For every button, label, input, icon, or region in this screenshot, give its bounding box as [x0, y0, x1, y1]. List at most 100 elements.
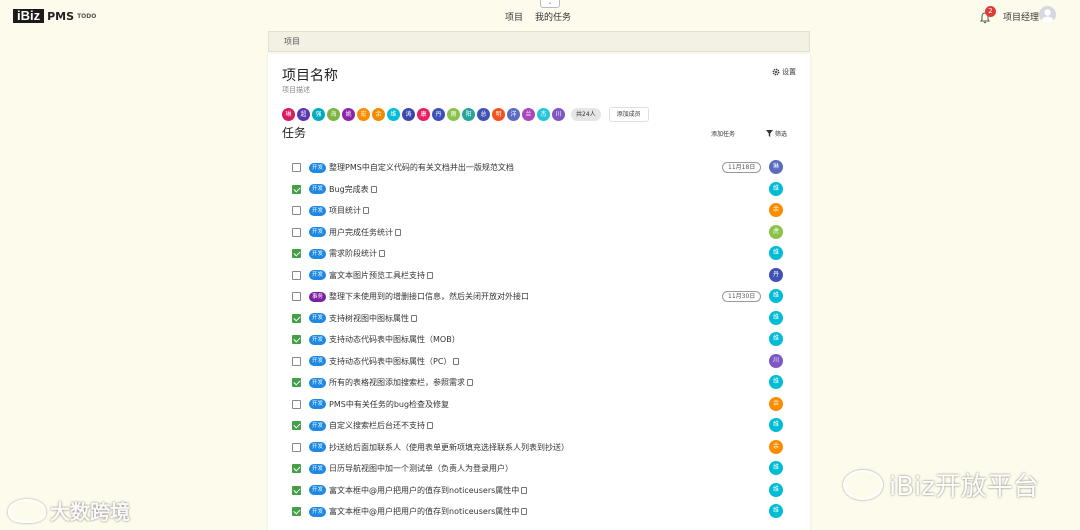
- task-checkbox[interactable]: [292, 507, 301, 517]
- assignee-avatar[interactable]: 虎: [769, 224, 783, 239]
- task-checkbox[interactable]: [292, 399, 301, 409]
- member-avatar[interactable]: 涛: [402, 108, 415, 121]
- task-name[interactable]: 富文本框中@用户把用户的值存到noticeusers属性中: [329, 506, 519, 517]
- nav-item-my-tasks[interactable]: 我的任务: [535, 10, 571, 23]
- task-row[interactable]: 开发 用户完成任务统计 虎: [292, 222, 792, 244]
- assignee-avatar[interactable]: 琳: [769, 160, 783, 174]
- assignee-avatar[interactable]: 维: [769, 181, 783, 196]
- task-row[interactable]: 开发 支持动态代码表中图标属性（MOB） 维: [292, 329, 792, 351]
- task-name[interactable]: PMS中有关任务的bug检查及修复: [329, 399, 449, 410]
- app-logo[interactable]: iBiz PMS TODO: [13, 9, 96, 23]
- assignee-avatar[interactable]: 维: [769, 289, 783, 303]
- task-checkbox[interactable]: [292, 421, 301, 431]
- task-row[interactable]: 开发 需求阶段统计 维: [292, 243, 792, 265]
- task-checkbox[interactable]: [292, 442, 301, 452]
- task-row[interactable]: 开发 所有的表格视图添加搜索栏，参照需求 维: [292, 372, 792, 394]
- user-name[interactable]: 项目经理: [1003, 10, 1039, 23]
- task-name[interactable]: 支持动态代码表中图标属性（MOB）: [329, 334, 460, 345]
- member-avatar[interactable]: 姚: [342, 108, 355, 121]
- member-count-badge[interactable]: 共24人: [571, 108, 601, 121]
- task-checkbox[interactable]: [292, 378, 301, 388]
- task-checkbox[interactable]: [292, 163, 301, 173]
- member-avatar[interactable]: 海: [327, 108, 340, 121]
- member-avatar[interactable]: 雨: [447, 108, 460, 121]
- assignee-avatar[interactable]: 维: [769, 246, 783, 260]
- assignee-avatar[interactable]: 维: [769, 418, 783, 432]
- task-checkbox[interactable]: [292, 335, 301, 345]
- task-row[interactable]: 开发 项目统计 余: [292, 200, 792, 222]
- task-checkbox[interactable]: [292, 249, 301, 259]
- task-row[interactable]: 开发 富文本框中@用户把用户的值存到noticeusers属性中 维: [292, 501, 792, 523]
- task-row[interactable]: 开发 Bug完成表 维: [292, 179, 792, 201]
- task-checkbox[interactable]: [292, 270, 301, 280]
- member-avatar[interactable]: 川: [552, 108, 565, 121]
- task-name[interactable]: Bug完成表: [329, 184, 369, 195]
- task-checkbox[interactable]: [292, 184, 301, 194]
- assignee-avatar[interactable]: 维: [769, 461, 783, 475]
- task-row[interactable]: 开发 支持树视图中图标属性 维: [292, 308, 792, 330]
- member-avatar[interactable]: 维: [387, 108, 400, 121]
- user-avatar[interactable]: [1039, 6, 1056, 23]
- task-name[interactable]: 富文本框中@用户把用户的值存到noticeusers属性中: [329, 485, 519, 496]
- task-row[interactable]: 开发 整理PMS中自定义代码的有关文档并出一版规范文档 11月18日琳: [292, 157, 792, 179]
- nav-item-projects[interactable]: 项目: [505, 10, 523, 23]
- task-name[interactable]: 富文本图片预览工具栏支持: [329, 270, 425, 281]
- settings-button[interactable]: 设置: [772, 67, 796, 77]
- task-row[interactable]: 开发 富文本图片预览工具栏支持 丹: [292, 265, 792, 287]
- assignee-avatar[interactable]: 维: [769, 310, 783, 325]
- member-avatar[interactable]: 杰: [537, 108, 550, 121]
- member-avatar[interactable]: 丹: [432, 108, 445, 121]
- task-checkbox[interactable]: [292, 227, 301, 237]
- assignee-avatar[interactable]: 余: [769, 203, 783, 217]
- task-name[interactable]: 支持树视图中图标属性: [329, 313, 409, 324]
- member-avatar[interactable]: 兰: [522, 108, 535, 121]
- member-avatar[interactable]: 阳: [462, 108, 475, 121]
- task-row[interactable]: 开发 富文本框中@用户把用户的值存到noticeusers属性中 维: [292, 480, 792, 502]
- task-name[interactable]: 日历导航视图中加一个测试单（负责人为登录用户）: [329, 463, 513, 474]
- assignee-avatar[interactable]: 余: [769, 439, 783, 454]
- task-checkbox[interactable]: [292, 206, 301, 216]
- member-avatar[interactable]: 明: [492, 108, 505, 121]
- task-name[interactable]: 需求阶段统计: [329, 248, 377, 259]
- task-row[interactable]: 开发 PMS中有关任务的bug检查及修复 余: [292, 394, 792, 416]
- filter-button[interactable]: 筛选: [766, 129, 787, 138]
- add-member-button[interactable]: 添加成员: [608, 107, 649, 122]
- assignee-avatar[interactable]: 维: [769, 504, 783, 518]
- task-name[interactable]: 整理下未使用到的增删接口信息，然后关闭开放对外接口: [329, 291, 529, 302]
- assignee-avatar[interactable]: 维: [769, 482, 783, 497]
- member-avatar[interactable]: 康: [417, 108, 430, 121]
- task-name[interactable]: 抄送给后面加联系人（使用表单更新项填充选择联系人列表到抄送）: [329, 442, 569, 453]
- member-avatar[interactable]: 余: [372, 108, 385, 121]
- task-checkbox[interactable]: [292, 464, 301, 474]
- member-avatar[interactable]: 强: [312, 108, 325, 121]
- task-name[interactable]: 整理PMS中自定义代码的有关文档并出一版规范文档: [329, 162, 514, 173]
- task-row[interactable]: 事务 整理下未使用到的增删接口信息，然后关闭开放对外接口 11月30日维: [292, 286, 792, 308]
- add-task-button[interactable]: 添加任务: [711, 129, 735, 138]
- task-name[interactable]: 用户完成任务统计: [329, 227, 393, 238]
- task-checkbox[interactable]: [292, 313, 301, 323]
- task-name[interactable]: 所有的表格视图添加搜索栏，参照需求: [329, 377, 465, 388]
- task-name[interactable]: 支持动态代码表中图标属性（PC）: [329, 356, 451, 367]
- task-name[interactable]: 项目统计: [329, 205, 361, 216]
- watermark-right-text: iBiz开放平台: [889, 472, 1039, 502]
- task-checkbox[interactable]: [292, 485, 301, 495]
- assignee-avatar[interactable]: 余: [769, 396, 783, 411]
- assignee-avatar[interactable]: 维: [769, 332, 783, 346]
- member-avatar[interactable]: 洋: [507, 108, 520, 121]
- task-name[interactable]: 自定义搜索栏后台还不支持: [329, 420, 425, 431]
- member-avatar[interactable]: 宏: [357, 108, 370, 121]
- member-avatar[interactable]: 琳: [282, 108, 295, 121]
- member-avatar[interactable]: 超: [297, 108, 310, 121]
- task-row[interactable]: 开发 抄送给后面加联系人（使用表单更新项填充选择联系人列表到抄送） 余: [292, 437, 792, 459]
- task-row[interactable]: 开发 自定义搜索栏后台还不支持 维: [292, 415, 792, 437]
- task-row[interactable]: 开发 日历导航视图中加一个测试单（负责人为登录用户） 维: [292, 458, 792, 480]
- task-checkbox[interactable]: [292, 292, 301, 302]
- task-checkbox[interactable]: [292, 356, 301, 366]
- assignee-avatar[interactable]: 川: [769, 353, 783, 368]
- collapse-chevron-icon[interactable]: ⌄: [540, 0, 560, 8]
- assignee-avatar[interactable]: 丹: [769, 267, 783, 282]
- breadcrumb-item[interactable]: 项目: [284, 37, 300, 46]
- task-row[interactable]: 开发 支持动态代码表中图标属性（PC） 川: [292, 351, 792, 373]
- member-avatar[interactable]: 总: [477, 108, 490, 121]
- assignee-avatar[interactable]: 维: [769, 375, 783, 389]
